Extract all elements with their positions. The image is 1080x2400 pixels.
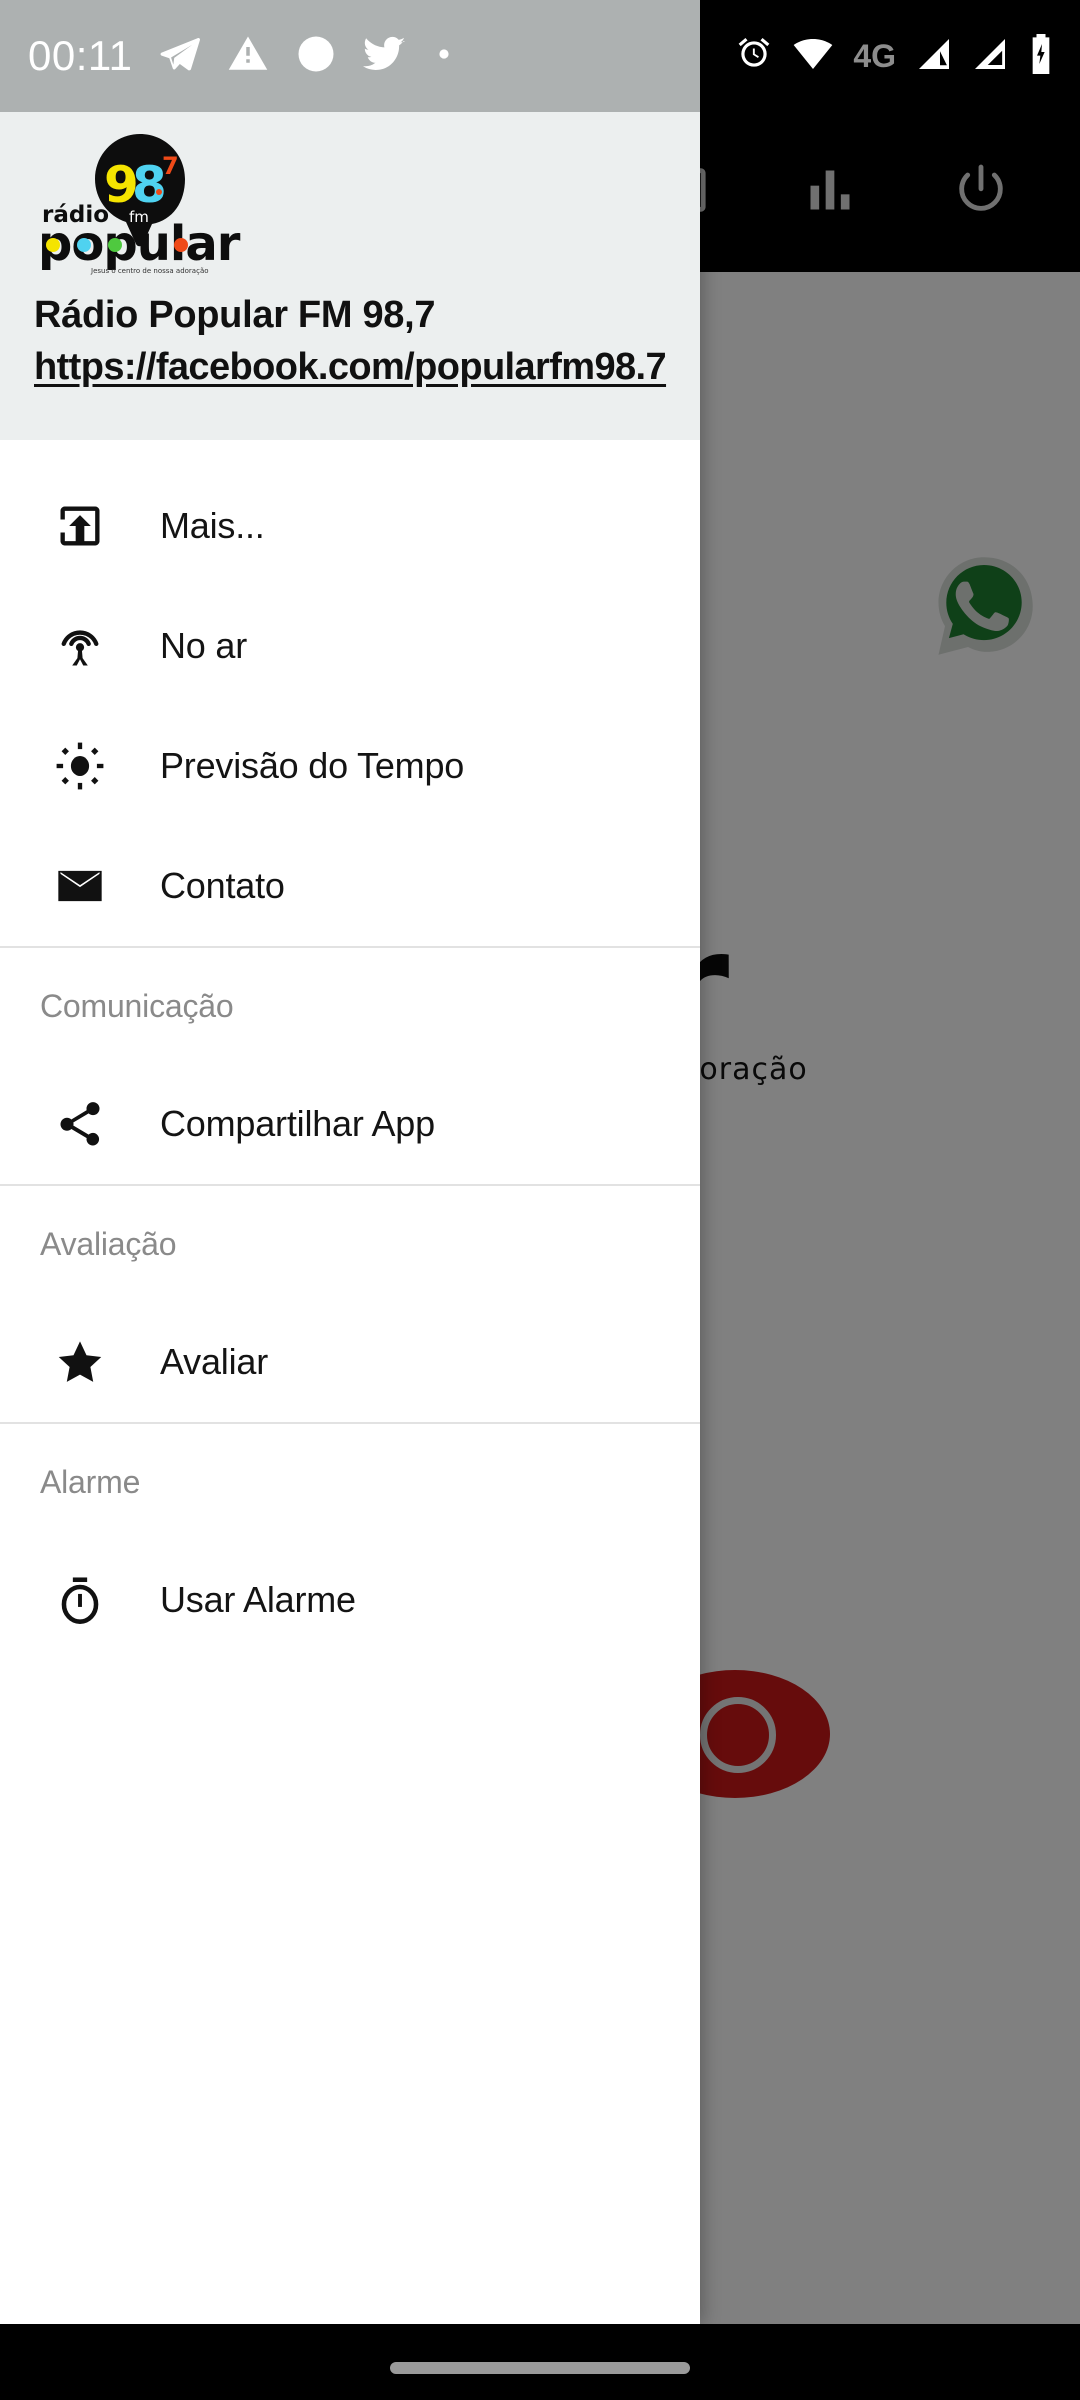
alarm-clock-icon [735, 35, 773, 78]
broadcast-antenna-icon [52, 618, 108, 674]
radio-popular-logo: 9 8 7 fm rádio popular Jesus o centro de… [36, 130, 252, 278]
signal-bars-2-icon [972, 36, 1008, 77]
menu-item-label: Avaliar [160, 1341, 268, 1382]
dot-icon [433, 43, 455, 70]
weather-sun-icon [52, 738, 108, 794]
power-icon[interactable] [952, 161, 1010, 224]
open-in-new-icon [52, 498, 108, 554]
menu-item-label: Previsão do Tempo [160, 745, 465, 786]
section-title-comunicacao: Comunicação [40, 987, 234, 1024]
menu-item-label: Mais... [160, 505, 265, 546]
background-status-icons: 4G [735, 0, 1054, 112]
primary-menu-list: Mais... No ar Previsão do Tempo Contato [0, 466, 700, 946]
section-title-avaliacao: Avaliação [40, 1225, 177, 1262]
system-navigation-bar [0, 2324, 1080, 2400]
menu-item-no-ar[interactable]: No ar [0, 586, 700, 706]
home-gesture-pill[interactable] [390, 2362, 690, 2374]
menu-item-compartilhar-app[interactable]: Compartilhar App [0, 1064, 700, 1184]
drawer-status-bar: 00:11 [0, 0, 700, 112]
phone-screen: ar adoração RÁDIO POPULAR [0, 0, 1080, 2400]
circle-icon [295, 33, 337, 80]
twitter-icon [362, 32, 407, 81]
star-icon [52, 1334, 108, 1390]
drawer-header-link[interactable]: https://facebook.com/popularfm98.7 [34, 346, 667, 390]
menu-item-label: No ar [160, 625, 248, 666]
svg-text:7: 7 [162, 152, 179, 180]
telegram-icon [159, 33, 201, 80]
drawer-header-title: Rádio Popular FM 98,7 [34, 294, 436, 336]
timer-icon [52, 1572, 108, 1628]
navigation-drawer: 00:11 9 8 7 fm rádio popular Jesus o cen… [0, 0, 700, 2324]
battery-charging-icon [1028, 33, 1054, 79]
menu-item-previsao-do-tempo[interactable]: Previsão do Tempo [0, 706, 700, 826]
mobile-network-label: 4G [853, 38, 896, 74]
svg-text:Jesus o centro de nossa adoraç: Jesus o centro de nossa adoração [90, 267, 209, 275]
svg-text:popular: popular [38, 216, 241, 272]
status-bar-clock: 00:11 [28, 32, 133, 79]
menu-item-label: Compartilhar App [160, 1103, 435, 1144]
menu-item-label: Contato [160, 865, 285, 906]
wifi-icon [793, 37, 833, 76]
equalizer-icon[interactable] [804, 164, 856, 221]
menu-item-label: Usar Alarme [160, 1579, 356, 1620]
menu-item-mais[interactable]: Mais... [0, 466, 700, 586]
warning-triangle-icon [227, 33, 269, 80]
section-title-alarme: Alarme [40, 1463, 141, 1500]
share-icon [52, 1096, 108, 1152]
whatsapp-icon[interactable] [932, 554, 1036, 658]
menu-item-avaliar[interactable]: Avaliar [0, 1302, 700, 1422]
menu-item-usar-alarme[interactable]: Usar Alarme [0, 1540, 700, 1660]
signal-bars-1-icon [916, 36, 952, 77]
menu-item-contato[interactable]: Contato [0, 826, 700, 946]
email-envelope-icon [52, 858, 108, 914]
menu-top-spacer [0, 440, 700, 466]
background-play-button-ring [700, 1697, 776, 1773]
drawer-header: 9 8 7 fm rádio popular Jesus o centro de… [0, 112, 700, 440]
